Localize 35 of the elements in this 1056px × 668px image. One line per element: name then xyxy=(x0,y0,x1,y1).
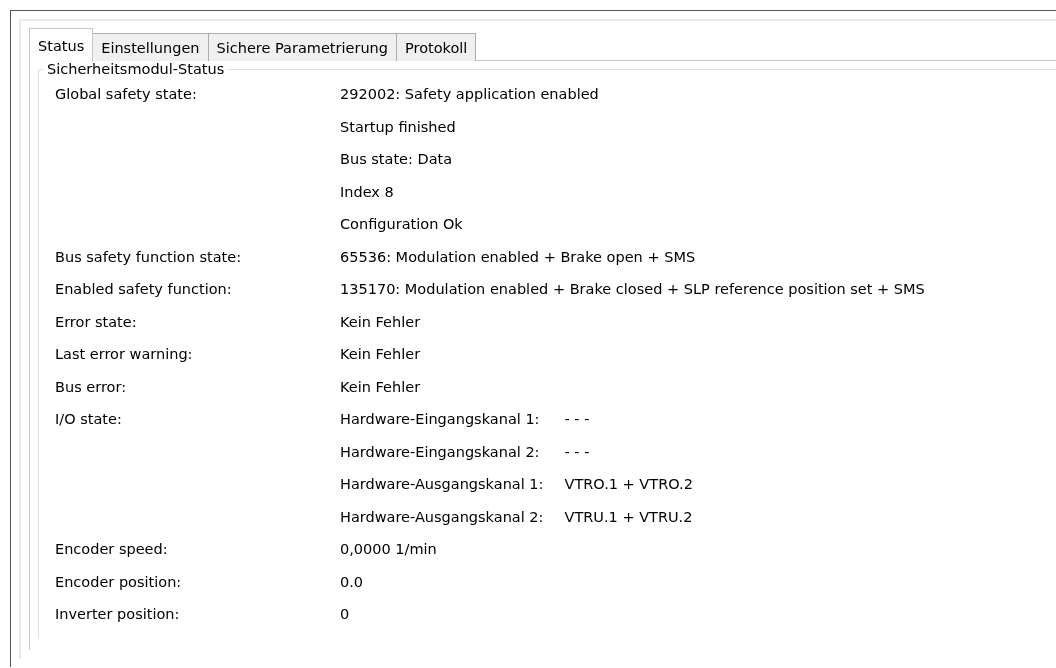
channel-label: Hardware-Ausgangskanal 2: xyxy=(340,508,544,526)
channel-value: - - - xyxy=(564,443,591,461)
field-label: Inverter position: xyxy=(55,606,181,623)
tab[interactable]: Status xyxy=(29,28,94,62)
field-value: 0,0000 1/min xyxy=(340,541,437,558)
tab[interactable]: Protokoll xyxy=(396,33,477,61)
field-label: Bus error: xyxy=(55,378,128,396)
channel-value: - - - xyxy=(564,411,591,428)
field-value: 0.0 xyxy=(340,573,364,591)
field-label: Last error warning: xyxy=(55,346,194,363)
field-value: Bus state: Data xyxy=(340,151,454,168)
field-value: 135170: Modulation enabled + Brake closed + SLP reference position set + SMS xyxy=(340,281,925,298)
field-value: 292002: Safety application enabled xyxy=(340,86,599,103)
channel-label: Hardware-Ausgangskanal 1: xyxy=(340,476,544,493)
tab[interactable]: Sichere Parametrierung xyxy=(207,33,398,61)
field-value: Kein Fehler xyxy=(340,378,421,396)
field-label: Enabled safety function: xyxy=(55,281,233,298)
field-label: Encoder position: xyxy=(55,573,183,591)
field-value: 0 xyxy=(340,606,351,623)
field-label: Encoder speed: xyxy=(55,541,169,558)
channel-value: VTRU.1 + VTRU.2 xyxy=(564,508,693,526)
channel-label: Hardware-Eingangskanal 1: xyxy=(340,411,541,428)
field-value: Index 8 xyxy=(340,183,395,201)
field-label: Error state: xyxy=(55,313,138,331)
field-value: Kein Fehler xyxy=(340,313,421,331)
field-value: Configuration Ok xyxy=(340,216,464,233)
field-value: 65536: Modulation enabled + Brake open + SMS xyxy=(340,248,696,266)
field-value: Kein Fehler xyxy=(340,346,421,363)
channel-value: VTRO.1 + VTRO.2 xyxy=(564,476,693,493)
channel-label: Hardware-Eingangskanal 2: xyxy=(340,443,541,461)
field-label: Global safety state: xyxy=(55,86,198,104)
field-value: Startup finished xyxy=(340,118,457,136)
field-label: I/O state: xyxy=(55,411,123,429)
tab[interactable]: Einstellungen xyxy=(92,33,209,61)
field-label: Bus safety function state: xyxy=(55,248,243,266)
